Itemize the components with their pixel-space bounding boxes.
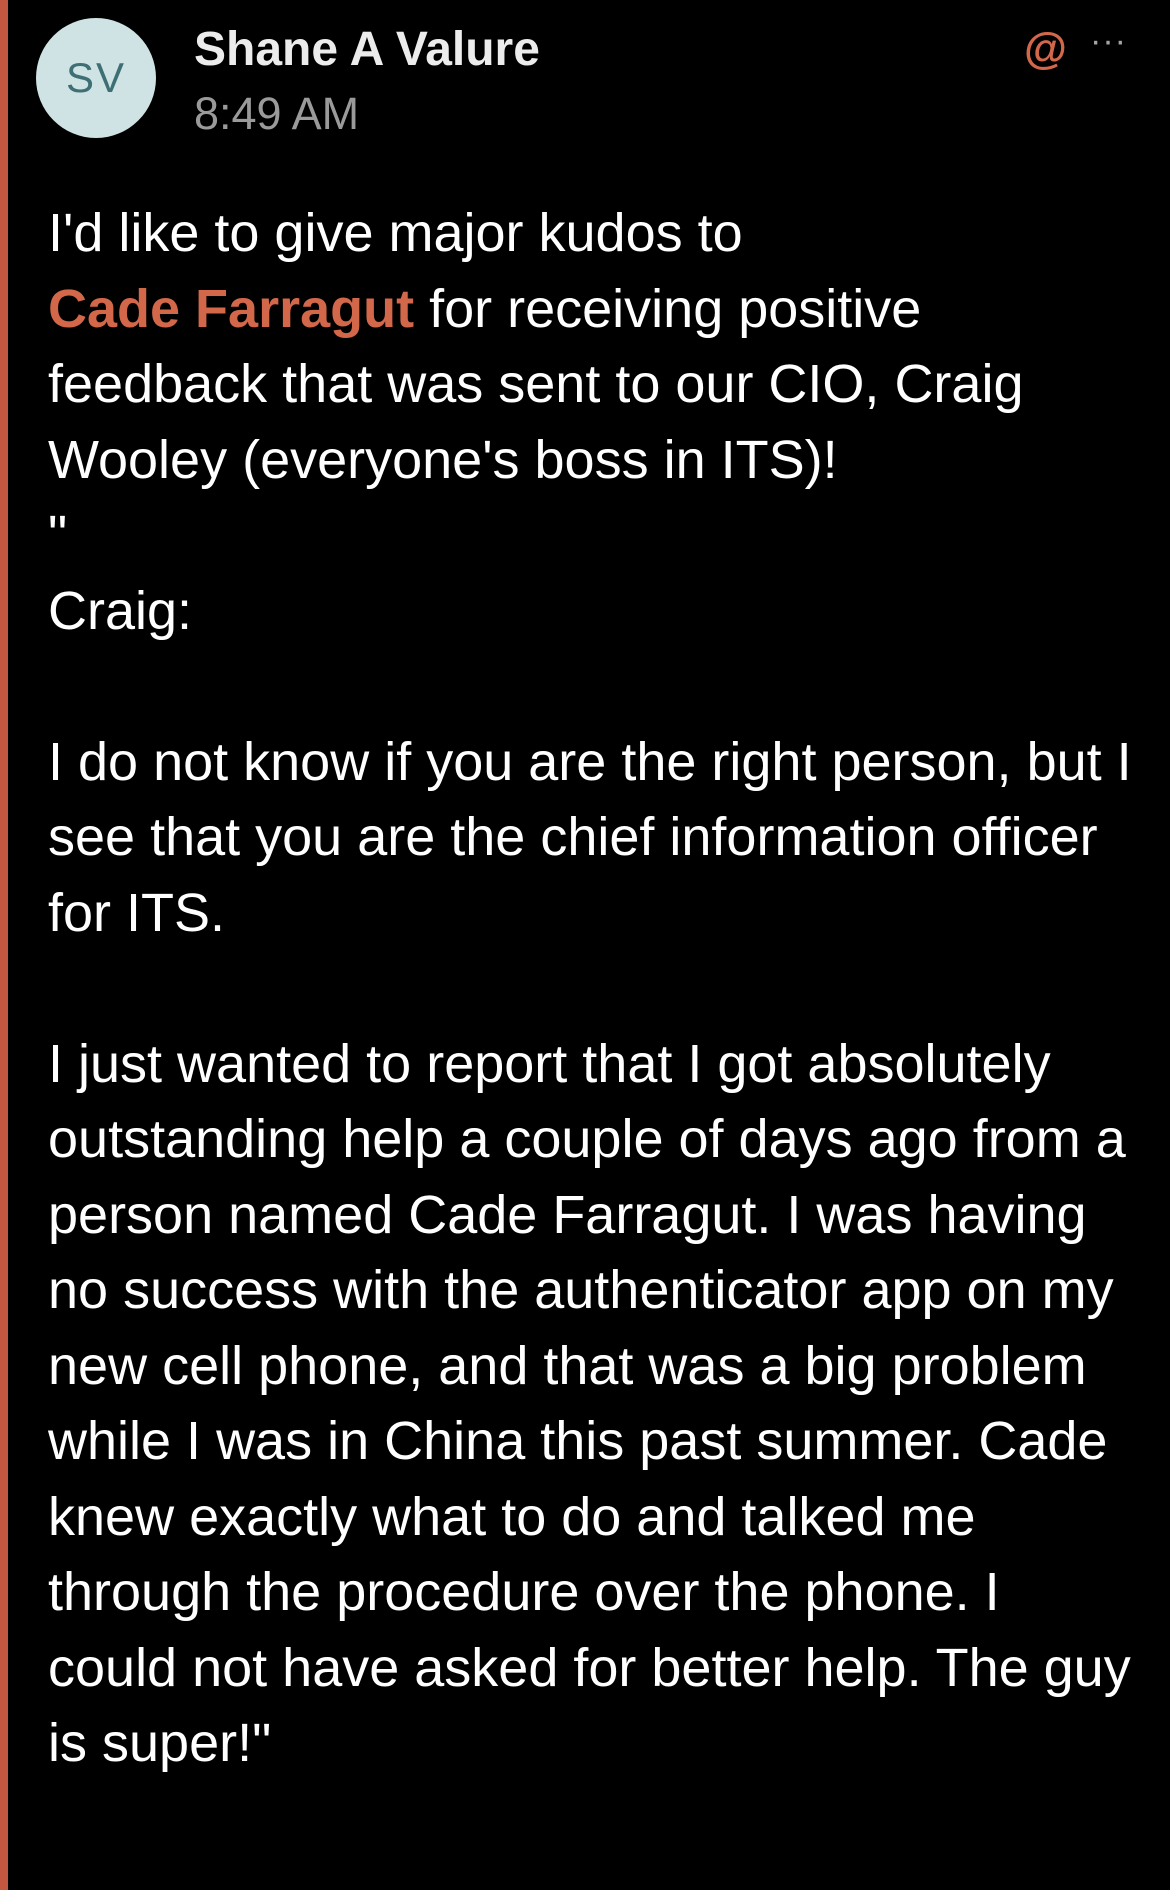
message-intro: I'd like to give major kudos to Cade Farr…	[48, 196, 1138, 498]
avatar[interactable]: SV	[36, 18, 156, 138]
post-message: I'd like to give major kudos to Cade Farr…	[48, 196, 1138, 1782]
message-paragraph: I just wanted to report that I got absol…	[48, 1033, 1131, 1774]
message-intro-text: I'd like to give major kudos to	[48, 203, 743, 263]
open-quote: "	[48, 505, 68, 565]
post-timestamp: 8:49 AM	[194, 88, 360, 139]
at-sign-icon: @	[1024, 24, 1067, 73]
post-header: SV Shane A Valure 8:49 AM @ ···	[36, 18, 1170, 140]
greeting: Craig:	[48, 580, 193, 641]
message-paragraph: I do not know if you are the right perso…	[48, 731, 1132, 943]
author-name[interactable]: Shane A Valure	[194, 22, 540, 77]
ellipsis-icon[interactable]: ···	[1090, 22, 1127, 61]
user-mention[interactable]: Cade Farragut	[48, 279, 414, 339]
mention-highlight-bar	[0, 0, 8, 1890]
